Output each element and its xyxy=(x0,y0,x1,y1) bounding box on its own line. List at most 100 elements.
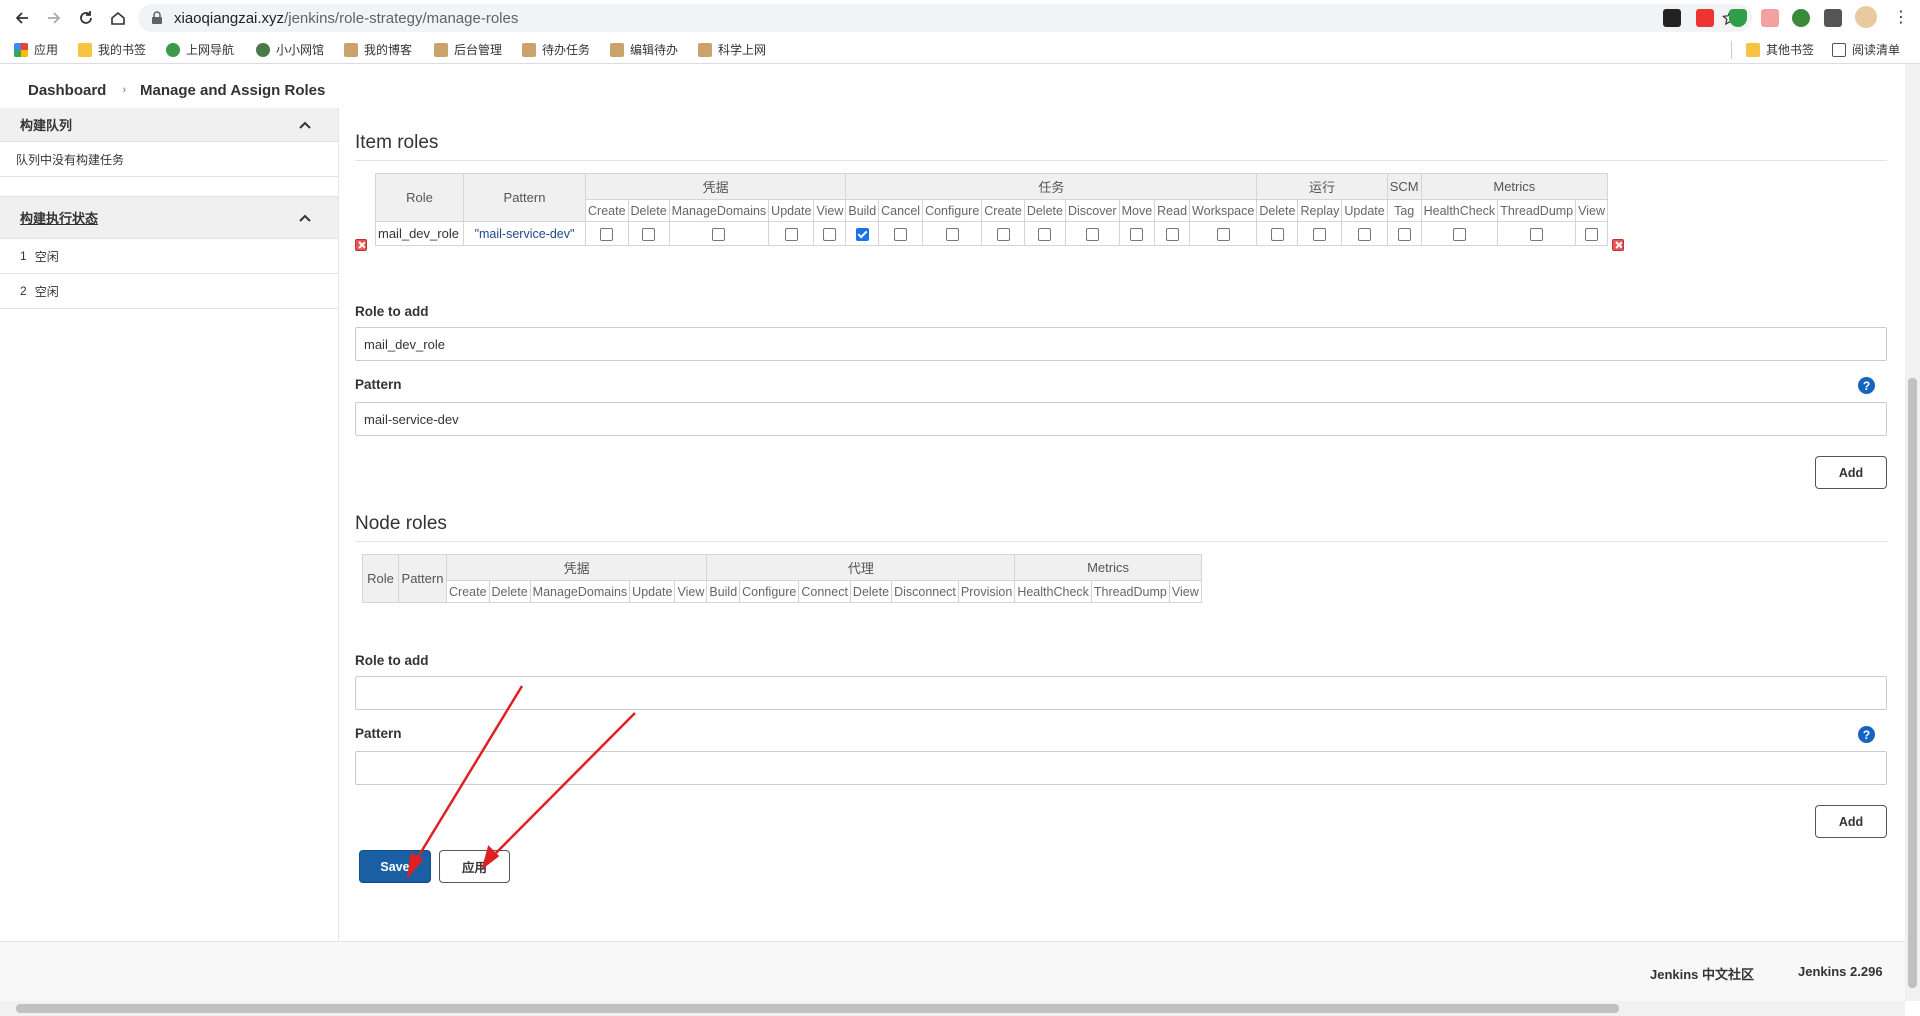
permission-name-header: View xyxy=(674,580,708,603)
permission-name-header: Build xyxy=(706,580,741,603)
permission-checkbox[interactable] xyxy=(1216,227,1230,241)
permission-checkbox[interactable] xyxy=(1270,227,1284,241)
bookmark-item[interactable]: 科学上网 xyxy=(692,38,772,62)
build-queue-header[interactable]: 构建队列 xyxy=(0,108,338,142)
vertical-scrollbar[interactable] xyxy=(1905,64,1920,1001)
input-value: mail_dev_role xyxy=(364,336,445,352)
permission-name-header: Create xyxy=(981,199,1025,222)
help-icon[interactable]: ? xyxy=(1858,377,1875,394)
delete-role-icon[interactable] xyxy=(1612,238,1625,251)
reload-icon[interactable] xyxy=(70,2,102,34)
bookmark-item[interactable]: 我的博客 xyxy=(338,38,418,62)
permission-checkbox-cell xyxy=(981,221,1025,246)
extension-icon[interactable] xyxy=(1663,9,1681,27)
footer-community-link[interactable]: Jenkins 中文社区 xyxy=(1650,964,1754,983)
permission-checkbox[interactable] xyxy=(1585,227,1599,241)
permission-checkbox[interactable] xyxy=(600,227,614,241)
table-row: mail_dev_role "mail-service-dev" xyxy=(375,221,1609,246)
permission-checkbox[interactable] xyxy=(1397,227,1411,241)
puzzle-icon[interactable] xyxy=(1824,9,1842,27)
extension-icon[interactable] xyxy=(1761,9,1779,27)
permission-checkbox[interactable] xyxy=(1530,227,1544,241)
shield-extension-icon[interactable] xyxy=(1729,9,1747,27)
site-favicon-icon xyxy=(522,42,536,57)
permission-name-header: Discover xyxy=(1064,199,1120,222)
node-add-button[interactable]: Add xyxy=(1815,805,1887,838)
bookmark-item[interactable]: 编辑待办 xyxy=(604,38,684,62)
bookmark-item[interactable]: 后台管理 xyxy=(428,38,508,62)
permission-checkbox[interactable] xyxy=(1165,227,1179,241)
permission-checkbox[interactable] xyxy=(1038,227,1052,241)
permission-name-header: Disconnect xyxy=(891,580,959,603)
permission-checkbox[interactable] xyxy=(642,227,656,241)
chevron-up-icon[interactable] xyxy=(298,118,312,132)
bookmark-apps[interactable]: 应用 xyxy=(8,38,64,62)
bookmark-item[interactable]: 小小网馆 xyxy=(250,38,330,62)
permission-group-header: 凭据 xyxy=(584,173,847,200)
permission-checkbox[interactable] xyxy=(1452,227,1466,241)
permission-name-header: Read xyxy=(1154,199,1191,222)
kebab-menu-icon[interactable]: ⋮ xyxy=(1893,10,1909,26)
permission-checkbox[interactable] xyxy=(1085,227,1099,241)
row-delete-cell xyxy=(355,173,375,254)
role-pattern-link[interactable]: "mail-service-dev" xyxy=(463,221,586,246)
back-arrow-icon[interactable] xyxy=(6,2,38,34)
site-favicon-icon xyxy=(166,42,180,57)
row-delete-cell-right xyxy=(1608,173,1628,254)
reading-list-icon xyxy=(1832,42,1846,57)
home-icon[interactable] xyxy=(102,2,134,34)
breadcrumb-dashboard[interactable]: Dashboard xyxy=(0,82,122,99)
permission-checkbox-cell xyxy=(585,221,629,246)
permission-checkbox[interactable] xyxy=(945,227,959,241)
avatar[interactable] xyxy=(1855,6,1877,28)
permission-name-header: View xyxy=(813,199,847,222)
permission-name-header: Delete xyxy=(849,580,893,603)
bookmark-other[interactable]: 其他书签 xyxy=(1740,38,1820,62)
bookmark-folder[interactable]: 我的书签 xyxy=(72,38,152,62)
help-icon[interactable]: ? xyxy=(1858,726,1875,743)
item-pattern-input[interactable]: mail-service-dev xyxy=(355,402,1887,436)
save-button[interactable]: Save xyxy=(359,850,431,883)
chevron-up-icon[interactable] xyxy=(298,211,312,225)
permission-checkbox[interactable] xyxy=(1358,227,1372,241)
permission-checkbox[interactable] xyxy=(1313,227,1327,241)
scroll-thumb[interactable] xyxy=(1908,378,1917,988)
pattern-label-text: Pattern xyxy=(355,726,402,741)
bookmark-item[interactable]: 上网导航 xyxy=(160,38,240,62)
permission-name-header: Cancel xyxy=(878,199,924,222)
role-to-add-label-text: Role to add xyxy=(355,653,429,668)
node-pattern-input[interactable] xyxy=(355,751,1887,785)
permission-checkbox[interactable] xyxy=(1130,227,1144,241)
permission-checkbox[interactable] xyxy=(894,227,908,241)
forward-arrow-icon[interactable] xyxy=(38,2,70,34)
footer-version-link[interactable]: Jenkins 2.296 xyxy=(1798,964,1883,979)
item-role-to-add-label: Role to add xyxy=(355,304,1887,319)
breadcrumb-current[interactable]: Manage and Assign Roles xyxy=(126,82,341,99)
permission-group-row: Role Pattern 凭据 任务 运行 SCM Metrics xyxy=(375,173,1609,222)
folder-icon xyxy=(78,42,92,57)
permission-checkbox-cell xyxy=(768,221,815,246)
permission-checkbox[interactable] xyxy=(996,227,1010,241)
extension-icon[interactable] xyxy=(1792,9,1810,27)
executor-status-header[interactable]: 构建执行状态 xyxy=(0,197,338,239)
delete-role-icon[interactable] xyxy=(355,238,367,251)
bookmark-reading-list[interactable]: 阅读清单 xyxy=(1826,38,1906,62)
permission-checkbox[interactable] xyxy=(712,227,726,241)
permission-checkbox[interactable] xyxy=(823,227,837,241)
bookmark-item[interactable]: 待办任务 xyxy=(516,38,596,62)
permission-name-header: Build xyxy=(845,199,880,222)
permission-checkbox[interactable] xyxy=(784,227,798,241)
node-role-to-add-input[interactable] xyxy=(355,676,1887,710)
extension-icon[interactable] xyxy=(1696,9,1714,27)
scroll-thumb[interactable] xyxy=(16,1004,1619,1013)
permission-name-header: HealthCheck xyxy=(1420,199,1499,222)
permission-checkbox[interactable] xyxy=(855,227,869,241)
browser-toolbar: xiaoqiangzai.xyz/jenkins/role-strategy/m… xyxy=(0,0,1920,36)
address-bar[interactable]: xiaoqiangzai.xyz/jenkins/role-strategy/m… xyxy=(138,4,1752,32)
item-role-to-add-input[interactable]: mail_dev_role xyxy=(355,327,1887,361)
item-add-button[interactable]: Add xyxy=(1815,456,1887,489)
executor-status-title[interactable]: 构建执行状态 xyxy=(20,208,98,227)
apply-button[interactable]: 应用 xyxy=(439,850,510,883)
horizontal-scrollbar[interactable] xyxy=(0,1001,1905,1016)
